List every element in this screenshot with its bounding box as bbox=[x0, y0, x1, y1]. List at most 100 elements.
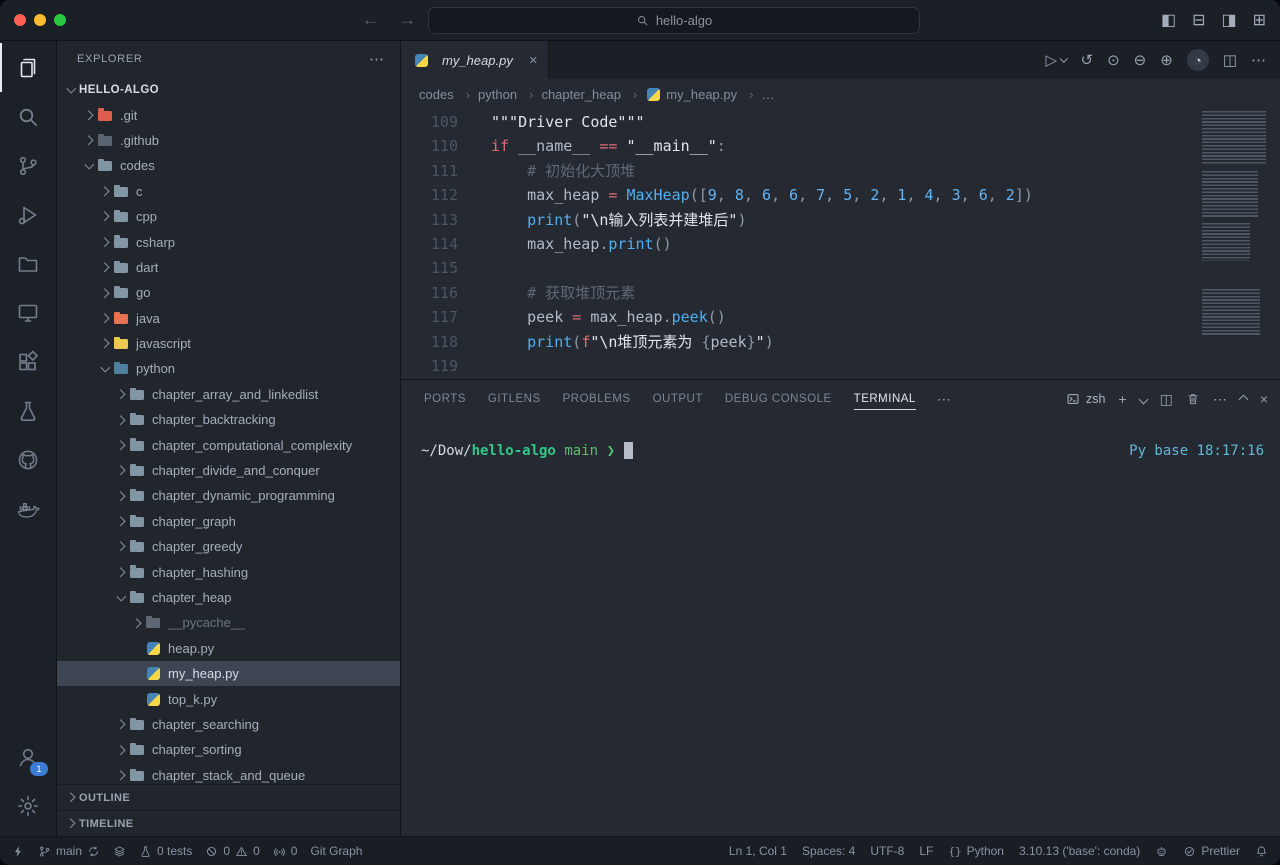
terminal[interactable]: ~/Dow/hello-algo main ❯ Py base 18:17:16 bbox=[401, 418, 1280, 836]
run-and-debug[interactable] bbox=[0, 190, 56, 239]
tree-item[interactable]: chapter_backtracking bbox=[57, 407, 400, 432]
code-line[interactable]: 115 bbox=[401, 256, 1280, 280]
extensions[interactable] bbox=[0, 337, 56, 386]
toggle-panel-icon[interactable]: ⊟ bbox=[1192, 10, 1205, 30]
split-editor-icon[interactable]: ◫ bbox=[1223, 51, 1237, 69]
breadcrumb-item[interactable]: python bbox=[478, 87, 541, 102]
tab-close-icon[interactable]: × bbox=[529, 52, 538, 69]
tree-item[interactable]: python bbox=[57, 356, 400, 381]
problems-indicator[interactable]: 0 0 bbox=[205, 844, 259, 858]
window-minimize-button[interactable] bbox=[34, 14, 46, 26]
tree-item[interactable]: heap.py bbox=[57, 636, 400, 661]
tree-item[interactable]: chapter_sorting bbox=[57, 737, 400, 762]
testing[interactable] bbox=[0, 386, 56, 435]
tree-item[interactable]: chapter_graph bbox=[57, 509, 400, 534]
tree-item[interactable]: dart bbox=[57, 255, 400, 280]
editor-tab[interactable]: my_heap.py × bbox=[401, 41, 549, 79]
new-terminal-button[interactable]: + bbox=[1118, 391, 1126, 407]
code-line[interactable]: 111 # 初始化大顶堆 bbox=[401, 159, 1280, 183]
tree-item[interactable]: .github bbox=[57, 128, 400, 153]
breadcrumb-item[interactable]: my_heap.py bbox=[645, 86, 761, 102]
tree-item[interactable]: chapter_computational_complexity bbox=[57, 432, 400, 457]
remote-button[interactable] bbox=[12, 845, 25, 858]
code-line[interactable]: 113 print("\n输入列表并建堆后") bbox=[401, 208, 1280, 232]
indentation[interactable]: Spaces: 4 bbox=[802, 844, 855, 858]
project-manager[interactable] bbox=[0, 239, 56, 288]
breadcrumb-item[interactable]: codes bbox=[419, 87, 478, 102]
source-control[interactable] bbox=[0, 141, 56, 190]
sidebar-more-actions-icon[interactable]: ⋯ bbox=[369, 50, 384, 68]
code-line[interactable]: 112 max_heap = MaxHeap([9, 8, 6, 6, 7, 5… bbox=[401, 183, 1280, 207]
toggle-primary-sidebar-icon[interactable]: ◧ bbox=[1161, 10, 1176, 30]
tree-item[interactable]: go bbox=[57, 280, 400, 305]
branch-indicator[interactable]: main bbox=[38, 844, 100, 858]
code-line[interactable]: 117 peek = max_heap.peek() bbox=[401, 305, 1280, 329]
panel-tab[interactable]: PORTS bbox=[424, 380, 466, 418]
editor-more-actions-icon[interactable]: ⋯ bbox=[1251, 51, 1266, 69]
tree-item[interactable]: chapter_greedy bbox=[57, 534, 400, 559]
eol-indicator[interactable]: LF bbox=[919, 844, 933, 858]
settings-button[interactable] bbox=[0, 781, 56, 830]
tree-item[interactable]: __pycache__ bbox=[57, 610, 400, 635]
panel-tab[interactable]: GITLENS bbox=[488, 380, 541, 418]
command-center-search[interactable]: hello-algo bbox=[428, 7, 920, 34]
timeline-icon[interactable]: ↺ bbox=[1081, 51, 1094, 69]
panel-tab[interactable]: OUTPUT bbox=[653, 380, 703, 418]
tree-item[interactable]: chapter_hashing bbox=[57, 559, 400, 584]
kill-terminal-icon[interactable] bbox=[1186, 392, 1200, 406]
language-mode[interactable]: {} Python bbox=[948, 844, 1004, 858]
tree-item[interactable]: codes bbox=[57, 153, 400, 178]
accounts-button[interactable]: 1 bbox=[0, 732, 56, 781]
back-button[interactable]: ← bbox=[362, 10, 379, 30]
tree-item[interactable]: chapter_heap bbox=[57, 585, 400, 610]
tests-indicator[interactable]: 0 tests bbox=[139, 844, 192, 858]
tree-item[interactable]: csharp bbox=[57, 229, 400, 254]
gitlens-compare-icon[interactable]: ⊙ bbox=[1107, 51, 1120, 69]
outline-section[interactable]: OUTLINE bbox=[57, 784, 400, 810]
tree-item[interactable]: c bbox=[57, 179, 400, 204]
gitlens-next-change-icon[interactable]: ⊕ bbox=[1160, 51, 1173, 69]
tree-item[interactable]: java bbox=[57, 306, 400, 331]
close-panel-icon[interactable]: × bbox=[1260, 391, 1268, 407]
github[interactable] bbox=[0, 435, 56, 484]
cursor-position[interactable]: Ln 1, Col 1 bbox=[729, 844, 787, 858]
maximize-panel-icon[interactable] bbox=[1240, 396, 1247, 403]
tree-item[interactable]: javascript bbox=[57, 331, 400, 356]
customize-layout-icon[interactable]: ⊞ bbox=[1253, 10, 1266, 30]
code-line[interactable]: 119 bbox=[401, 354, 1280, 378]
panel-tab[interactable]: PROBLEMS bbox=[563, 380, 631, 418]
panel-tab[interactable]: DEBUG CONSOLE bbox=[725, 380, 832, 418]
notifications-bell[interactable] bbox=[1255, 845, 1268, 858]
forward-button[interactable]: → bbox=[399, 10, 416, 30]
tree-item[interactable]: cpp bbox=[57, 204, 400, 229]
tree-item[interactable]: chapter_stack_and_queue bbox=[57, 763, 400, 784]
timeline-section[interactable]: TIMELINE bbox=[57, 810, 400, 836]
panel-tab[interactable]: TERMINAL bbox=[854, 380, 916, 418]
encoding[interactable]: UTF-8 bbox=[870, 844, 904, 858]
window-zoom-button[interactable] bbox=[54, 14, 66, 26]
split-terminal-icon[interactable]: ◫ bbox=[1160, 391, 1173, 408]
run-python-button[interactable]: ▷ bbox=[1045, 51, 1066, 69]
tree-item[interactable]: my_heap.py bbox=[57, 661, 400, 686]
codetime-icon[interactable]: ◔ bbox=[1187, 49, 1209, 71]
code-line[interactable]: 114 max_heap.print() bbox=[401, 232, 1280, 256]
terminal-profile-dropdown-icon[interactable] bbox=[1140, 396, 1147, 403]
gitlens-button[interactable] bbox=[113, 845, 126, 858]
panel-tabs-more-icon[interactable]: ⋯ bbox=[937, 391, 951, 408]
code-line[interactable]: 118 print(f"\n堆顶元素为 {peek}") bbox=[401, 330, 1280, 354]
tree-item[interactable]: chapter_dynamic_programming bbox=[57, 483, 400, 508]
window-close-button[interactable] bbox=[14, 14, 26, 26]
docker[interactable] bbox=[0, 484, 56, 533]
tree-root[interactable]: HELLO-ALGO bbox=[57, 77, 400, 102]
tree-item[interactable]: chapter_searching bbox=[57, 712, 400, 737]
code-line[interactable]: 110if __name__ == "__main__": bbox=[401, 134, 1280, 158]
python-interpreter[interactable]: 3.10.13 ('base': conda) bbox=[1019, 844, 1140, 858]
git-graph-button[interactable]: Git Graph bbox=[310, 844, 362, 858]
toggle-secondary-sidebar-icon[interactable]: ◨ bbox=[1221, 10, 1236, 30]
breadcrumb-item[interactable]: chapter_heap bbox=[541, 87, 645, 102]
ports-indicator[interactable]: 0 bbox=[273, 844, 298, 858]
remote-explorer[interactable] bbox=[0, 288, 56, 337]
terminal-shell-tab[interactable]: zsh bbox=[1066, 392, 1105, 406]
tree-item[interactable]: chapter_array_and_linkedlist bbox=[57, 382, 400, 407]
search[interactable] bbox=[0, 92, 56, 141]
